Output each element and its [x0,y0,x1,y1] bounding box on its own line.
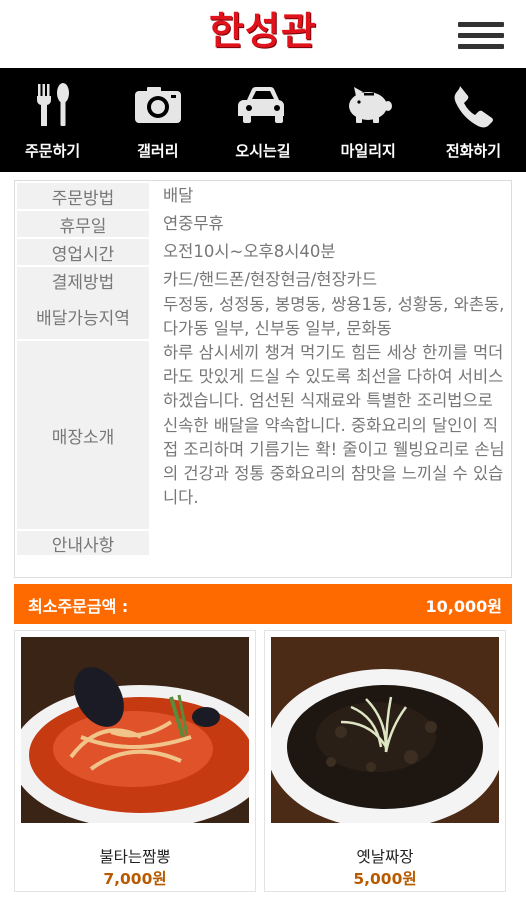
min-order-label: 최소주문금액 : [28,597,129,616]
menu-item-price: 5,000원 [353,870,417,888]
info-value: 카드/핸드폰/현장현금/현장카드 [163,270,378,289]
hamburger-menu-icon[interactable] [456,18,506,52]
info-row-notice: 안내사항 [17,531,511,556]
restaurant-logo[interactable]: 한성관 [0,6,526,56]
info-value: 오전10시~오후8시40분 [163,242,336,261]
info-row-delivery-area: 배달가능지역 두정동, 성정동, 봉명동, 쌍용1동, 성황동, 와촌동, 다가… [17,293,511,339]
nav-item-call[interactable]: 전화하기 [421,68,526,172]
info-label: 안내사항 [17,531,149,556]
nav-label-order: 주문하기 [25,142,81,160]
info-label: 영업시간 [17,239,149,265]
jjamppong-photo [21,637,249,823]
piggy-bank-icon [316,82,421,128]
nav-label-mileage: 마일리지 [340,142,396,160]
nav-item-directions[interactable]: 오시는길 [210,68,315,172]
nav-label-directions: 오시는길 [235,142,291,160]
info-value: 연중무휴 [163,214,224,233]
min-order-bar: 최소주문금액 : 10,000원 [14,584,512,624]
info-row-hours: 영업시간 오전10시~오후8시40분 [17,239,511,265]
info-label: 매장소개 [17,341,149,529]
menu-card-jjamppong[interactable]: 불타는짬뽕 7,000원 [14,630,256,892]
min-order-amount: 10,000원 [425,597,502,616]
info-label: 휴무일 [17,211,149,237]
info-row-payment: 결제방법 카드/핸드폰/현장현금/현장카드 [17,267,511,293]
nav-item-gallery[interactable]: 갤러리 [105,68,210,172]
fork-spoon-icon [0,82,105,128]
info-row-order-method: 주문방법 배달 [17,183,511,209]
camera-icon [105,82,210,128]
info-label: 결제방법 [17,267,149,293]
info-value: 두정동, 성정동, 봉명동, 쌍용1동, 성황동, 와촌동, 다가동 일부, 신… [163,295,505,339]
car-icon [210,82,315,128]
nav-label-call: 전화하기 [445,142,502,160]
nav-item-mileage[interactable]: 마일리지 [316,68,421,172]
menu-card-jjajang[interactable]: 옛날짜장 5,000원 [264,630,506,892]
info-label: 배달가능지역 [17,293,149,339]
nav-label-gallery: 갤러리 [137,142,179,160]
jjajang-photo [271,637,499,823]
menu-item-name: 불타는짬뽕 [99,848,171,866]
info-label: 주문방법 [17,183,149,209]
nav-item-order[interactable]: 주문하기 [0,68,105,172]
info-value: 하루 삼시세끼 챙겨 먹기도 힘든 세상 한끼를 먹더라도 맛있게 드실 수 있… [163,343,505,508]
info-row-holiday: 휴무일 연중무휴 [17,211,511,237]
app-header: 한성관 [0,0,526,68]
menu-item-price: 7,000원 [103,870,167,888]
main-nav: 주문하기 갤러리 오시는길 마일리지 전화하기 [0,68,526,172]
menu-item-name: 옛날짜장 [356,848,414,866]
store-info-table: 주문방법 배달 휴무일 연중무휴 영업시간 오전10시~오후8시40분 결제방법… [14,180,512,578]
info-value: 배달 [163,186,194,205]
info-row-store-intro: 매장소개 하루 삼시세끼 챙겨 먹기도 힘든 세상 한끼를 먹더라도 맛있게 드… [17,341,511,529]
phone-icon [421,82,526,128]
